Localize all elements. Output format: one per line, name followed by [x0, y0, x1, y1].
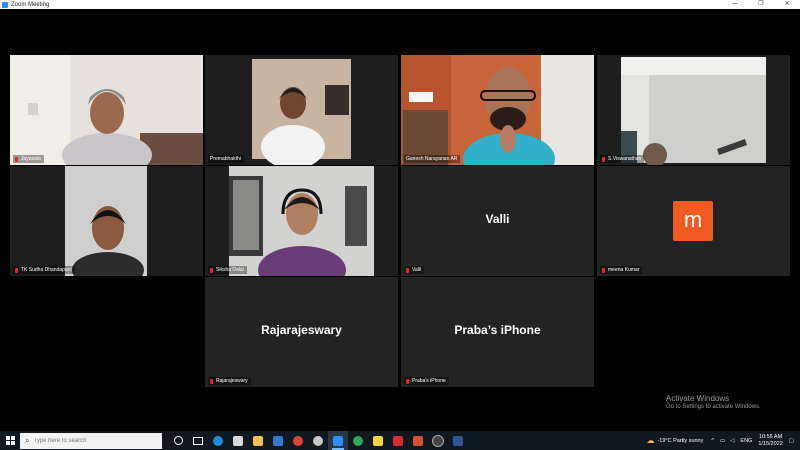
window-titlebar: Zoom Meeting — ❐ ✕: [0, 0, 800, 9]
task-view-icon[interactable]: [188, 431, 208, 450]
powerpoint-icon[interactable]: [408, 431, 428, 450]
participant-display-name: Valli: [485, 212, 510, 226]
participant-video: [10, 55, 203, 165]
participant-tile-sviswanathan[interactable]: S.Viswanathan: [597, 55, 790, 165]
search-input[interactable]: [33, 437, 154, 444]
mail-icon[interactable]: [268, 431, 288, 450]
windows-taskbar: ⌕ ☁ -19°C Partly sunny ^ ▭ ◁ ENG 10:56 A…: [0, 431, 800, 450]
cortana-icon[interactable]: [168, 431, 188, 450]
sticky-notes-icon[interactable]: [368, 431, 388, 450]
muted-mic-icon: [602, 267, 605, 273]
file-explorer-icon[interactable]: [248, 431, 268, 450]
weather-text[interactable]: -19°C Partly sunny: [657, 438, 703, 444]
participant-tile-ganesh[interactable]: Ganesh Narayanan AR: [401, 55, 594, 165]
participant-video: [10, 166, 203, 276]
zoom-app-icon: [2, 1, 8, 8]
clock-time: 10:56 AM: [758, 433, 783, 440]
participant-display-name: Rajarajeswary: [261, 323, 342, 337]
maximize-button[interactable]: ❐: [748, 0, 774, 9]
window-controls: — ❐ ✕: [722, 0, 800, 9]
muted-mic-icon: [602, 156, 605, 162]
store-icon[interactable]: [228, 431, 248, 450]
weather-icon: ☁: [646, 436, 655, 445]
participant-tile-meena[interactable]: m meena Kumar: [597, 166, 790, 276]
muted-mic-icon: [406, 378, 409, 384]
start-button[interactable]: [0, 431, 20, 450]
participant-video: [597, 55, 790, 165]
obs-icon[interactable]: [428, 431, 448, 450]
muted-mic-icon: [210, 267, 213, 273]
acrobat-icon[interactable]: [388, 431, 408, 450]
notifications-icon[interactable]: ▢: [789, 438, 794, 444]
chrome-icon[interactable]: [288, 431, 308, 450]
word-icon[interactable]: [448, 431, 468, 450]
minimize-button[interactable]: —: [722, 0, 748, 9]
network-icon[interactable]: ▭: [720, 438, 725, 444]
muted-mic-icon: [406, 267, 409, 273]
clock[interactable]: 10:56 AM 1/15/2022: [758, 434, 782, 448]
participant-tile-siksha[interactable]: Siksha Dalal: [205, 166, 398, 276]
watermark-title: Activate Windows: [666, 394, 730, 403]
participant-name-tag: Rajarajeswary: [208, 377, 251, 385]
activate-windows-watermark: Activate Windows Go to Settings to activ…: [666, 394, 761, 410]
participant-name-tag: Premabhakthi: [208, 155, 244, 163]
participant-name-tag: Valli: [404, 266, 425, 274]
muted-mic-icon: [210, 378, 213, 384]
taskbar-apps: [168, 431, 468, 450]
windows-logo-icon: [5, 436, 15, 445]
muted-mic-icon: [15, 267, 18, 273]
participant-video: [205, 55, 398, 165]
participant-tile-rajarajeswary[interactable]: Rajarajeswary Rajarajeswary: [205, 277, 398, 387]
language-indicator[interactable]: ENG: [740, 438, 752, 444]
participant-name-tag: S.Viswanathan: [600, 155, 645, 163]
participant-tile-premabhakthi[interactable]: Premabhakthi: [205, 55, 398, 165]
participant-video: [401, 55, 594, 165]
system-tray: ☁ -19°C Partly sunny ^ ▭ ◁ ENG 10:56 AM …: [646, 431, 800, 450]
chrome-2-icon[interactable]: [348, 431, 368, 450]
volume-icon[interactable]: ◁: [730, 438, 734, 444]
edge-icon[interactable]: [208, 431, 228, 450]
participant-tile-praba[interactable]: Praba’s iPhone Praba's iPhone: [401, 277, 594, 387]
participant-tile-valli[interactable]: Valli Valli: [401, 166, 594, 276]
participant-name-tag: Jayasala: [13, 155, 44, 163]
close-button[interactable]: ✕: [774, 0, 800, 9]
clock-date: 1/15/2022: [758, 440, 783, 447]
window-title: Zoom Meeting: [11, 1, 50, 8]
search-icon: ⌕: [25, 435, 30, 445]
participant-tile-tksudha[interactable]: TK Sudha Dhandapani: [10, 166, 203, 276]
participant-name-tag: meena Kumar: [600, 266, 643, 274]
avatar: m: [673, 201, 713, 241]
muted-mic-icon: [15, 156, 18, 162]
participant-name-tag: Siksha Dalal: [208, 266, 247, 274]
participant-display-name: Praba’s iPhone: [454, 323, 541, 337]
tray-chevron-icon[interactable]: ^: [711, 438, 714, 444]
taskbar-search[interactable]: ⌕: [20, 432, 162, 449]
watermark-subtitle: Go to Settings to activate Windows.: [666, 404, 761, 410]
participant-video: [205, 166, 398, 276]
zoom-icon[interactable]: [328, 431, 348, 450]
gallery-view: Jayasala Premabhakthi Ganesh Narayanan A…: [0, 9, 800, 431]
participant-name-tag: Ganesh Narayanan AR: [404, 155, 461, 163]
participant-name-tag: TK Sudha Dhandapani: [13, 266, 75, 274]
paint-icon[interactable]: [308, 431, 328, 450]
participant-tile-jayasala[interactable]: Jayasala: [10, 55, 203, 165]
participant-name-tag: Praba's iPhone: [404, 377, 449, 385]
